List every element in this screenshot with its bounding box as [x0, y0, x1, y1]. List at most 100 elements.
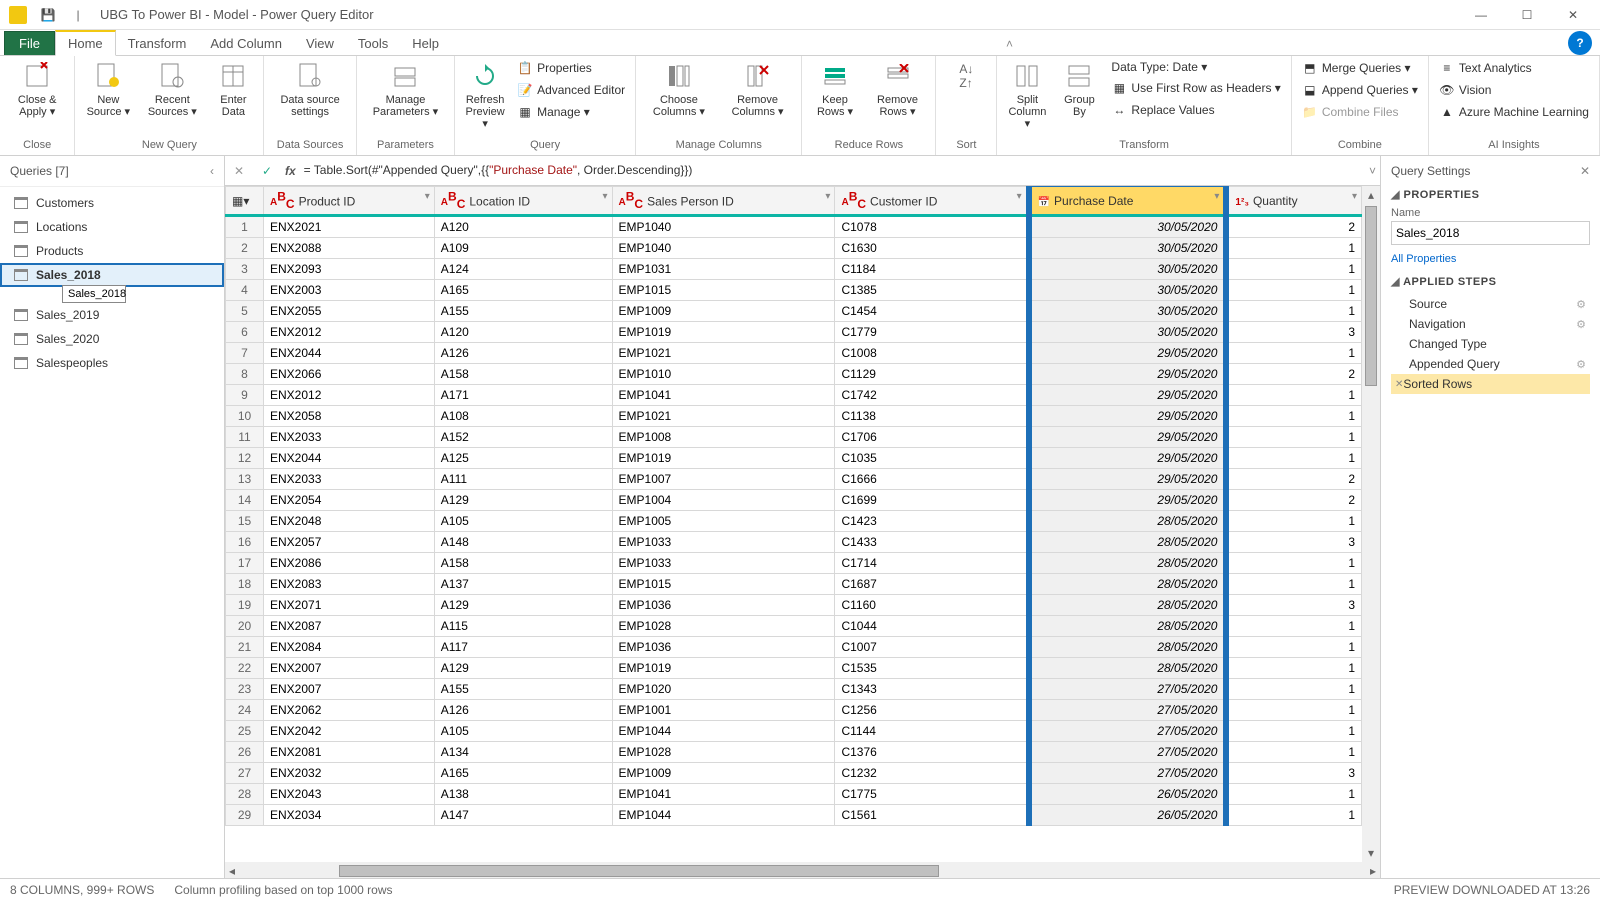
cell[interactable]: 1: [1226, 448, 1361, 469]
cell[interactable]: EMP1021: [612, 406, 835, 427]
group-by-button[interactable]: Group By: [1055, 58, 1103, 120]
cell[interactable]: 2: [1226, 469, 1361, 490]
cell[interactable]: C1433: [835, 532, 1029, 553]
query-item[interactable]: Salespeoples: [0, 351, 224, 375]
row-number[interactable]: 5: [226, 301, 264, 322]
help-button[interactable]: ?: [1568, 31, 1592, 55]
cell[interactable]: A165: [434, 280, 612, 301]
keep-rows-button[interactable]: Keep Rows ▾: [808, 58, 861, 120]
cell[interactable]: 1: [1226, 637, 1361, 658]
cell[interactable]: 1: [1226, 616, 1361, 637]
cell[interactable]: 30/05/2020: [1029, 301, 1227, 322]
cell[interactable]: C1666: [835, 469, 1029, 490]
formula-text[interactable]: = Table.Sort(#"Appended Query",{{"Purcha…: [304, 163, 693, 178]
column-header[interactable]: ABCSales Person ID▾: [612, 187, 835, 216]
step-gear-icon[interactable]: ⚙: [1576, 298, 1586, 311]
cell[interactable]: A158: [434, 364, 612, 385]
cell[interactable]: C1035: [835, 448, 1029, 469]
data-type-button[interactable]: Data Type: Date ▾: [1107, 58, 1284, 76]
cell[interactable]: 1: [1226, 301, 1361, 322]
cell[interactable]: 28/05/2020: [1029, 511, 1227, 532]
cell[interactable]: 1: [1226, 574, 1361, 595]
cell[interactable]: 30/05/2020: [1029, 259, 1227, 280]
cell[interactable]: ENX2033: [264, 427, 435, 448]
cell[interactable]: EMP1019: [612, 658, 835, 679]
manage-button[interactable]: ▦Manage ▾: [513, 102, 629, 122]
cell[interactable]: 29/05/2020: [1029, 469, 1227, 490]
cell[interactable]: A105: [434, 511, 612, 532]
row-number[interactable]: 14: [226, 490, 264, 511]
cell[interactable]: EMP1028: [612, 742, 835, 763]
cell[interactable]: EMP1007: [612, 469, 835, 490]
cell[interactable]: C1699: [835, 490, 1029, 511]
cell[interactable]: A126: [434, 700, 612, 721]
cell[interactable]: 1: [1226, 238, 1361, 259]
query-name-input[interactable]: [1391, 221, 1590, 245]
row-number[interactable]: 23: [226, 679, 264, 700]
cell[interactable]: EMP1021: [612, 343, 835, 364]
cell[interactable]: ENX2012: [264, 322, 435, 343]
cell[interactable]: EMP1009: [612, 301, 835, 322]
cell[interactable]: 1: [1226, 343, 1361, 364]
cell[interactable]: C1144: [835, 721, 1029, 742]
cell[interactable]: A147: [434, 805, 612, 826]
row-number[interactable]: 18: [226, 574, 264, 595]
cell[interactable]: 1: [1226, 385, 1361, 406]
cell[interactable]: C1687: [835, 574, 1029, 595]
maximize-button[interactable]: ☐: [1504, 0, 1550, 30]
cell[interactable]: ENX2007: [264, 658, 435, 679]
cell[interactable]: EMP1019: [612, 448, 835, 469]
applied-step[interactable]: Source⚙: [1391, 294, 1590, 314]
cell[interactable]: ENX2012: [264, 385, 435, 406]
cell[interactable]: ENX2044: [264, 343, 435, 364]
cell[interactable]: C1129: [835, 364, 1029, 385]
cell[interactable]: ENX2086: [264, 553, 435, 574]
cell[interactable]: 1: [1226, 679, 1361, 700]
cell[interactable]: 1: [1226, 511, 1361, 532]
cell[interactable]: C1630: [835, 238, 1029, 259]
cell[interactable]: ENX2066: [264, 364, 435, 385]
cell[interactable]: ENX2032: [264, 763, 435, 784]
row-number[interactable]: 2: [226, 238, 264, 259]
cell[interactable]: EMP1005: [612, 511, 835, 532]
cell[interactable]: C1714: [835, 553, 1029, 574]
cell[interactable]: C1256: [835, 700, 1029, 721]
cell[interactable]: 30/05/2020: [1029, 322, 1227, 343]
cell[interactable]: 29/05/2020: [1029, 364, 1227, 385]
applied-step[interactable]: Navigation⚙: [1391, 314, 1590, 334]
tab-transform[interactable]: Transform: [116, 32, 199, 55]
row-number[interactable]: 4: [226, 280, 264, 301]
cell[interactable]: ENX2021: [264, 216, 435, 238]
cell[interactable]: 28/05/2020: [1029, 574, 1227, 595]
cell[interactable]: C1078: [835, 216, 1029, 238]
cell[interactable]: EMP1033: [612, 532, 835, 553]
cell[interactable]: 1: [1226, 280, 1361, 301]
cell[interactable]: EMP1033: [612, 553, 835, 574]
cell[interactable]: A111: [434, 469, 612, 490]
scroll-left-icon[interactable]: ◂: [225, 864, 239, 878]
tab-view[interactable]: View: [294, 32, 346, 55]
cell[interactable]: 29/05/2020: [1029, 427, 1227, 448]
collapse-queries-icon[interactable]: ‹: [210, 164, 214, 178]
cell[interactable]: EMP1020: [612, 679, 835, 700]
row-number[interactable]: 6: [226, 322, 264, 343]
cell[interactable]: A129: [434, 490, 612, 511]
cell[interactable]: 26/05/2020: [1029, 805, 1227, 826]
cell[interactable]: EMP1040: [612, 216, 835, 238]
cell[interactable]: 30/05/2020: [1029, 216, 1227, 238]
cell[interactable]: EMP1036: [612, 595, 835, 616]
cell[interactable]: EMP1044: [612, 721, 835, 742]
cell[interactable]: A165: [434, 763, 612, 784]
remove-columns-button[interactable]: Remove Columns ▾: [720, 58, 796, 120]
cell[interactable]: EMP1028: [612, 616, 835, 637]
row-number[interactable]: 20: [226, 616, 264, 637]
cell[interactable]: 3: [1226, 532, 1361, 553]
cell[interactable]: 28/05/2020: [1029, 637, 1227, 658]
row-number[interactable]: 11: [226, 427, 264, 448]
query-item[interactable]: Customers: [0, 191, 224, 215]
cell[interactable]: ENX2087: [264, 616, 435, 637]
file-tab[interactable]: File: [4, 31, 55, 55]
column-filter-icon[interactable]: ▾: [602, 191, 607, 202]
vertical-scrollbar[interactable]: ▴ ▾: [1362, 186, 1380, 862]
row-number[interactable]: 3: [226, 259, 264, 280]
